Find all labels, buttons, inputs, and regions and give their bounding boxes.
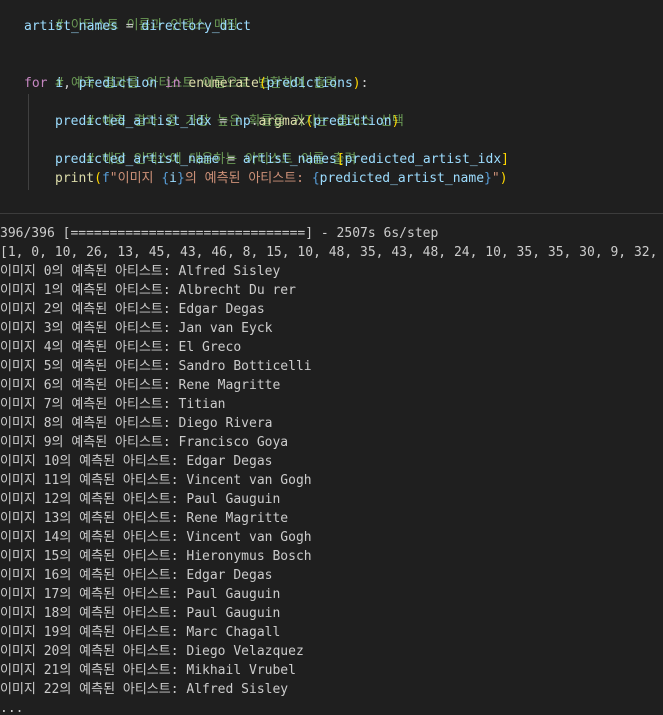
artist-name: Edgar Degas — [186, 568, 273, 583]
artist-name: Alfred Sisley — [178, 264, 281, 279]
prediction-line: 이미지 4의 예측된 아티스트: El Greco — [0, 340, 242, 355]
artist-name: Mikhail Vrubel — [186, 663, 296, 678]
prediction-line: 이미지 18의 예측된 아티스트: Paul Gauguin — [0, 606, 281, 621]
prediction-line: 이미지 0의 예측된 아티스트: Alfred Sisley — [0, 264, 281, 279]
artist-name: Diego Velazquez — [186, 644, 304, 659]
function: enumerate — [188, 76, 259, 91]
prediction-line: 이미지 19의 예측된 아티스트: Marc Chagall — [0, 625, 281, 640]
progress-line: 396/396 [==============================]… — [0, 226, 439, 241]
artist-name: Alfred Sisley — [186, 682, 289, 697]
keyword: in — [164, 76, 181, 91]
artist-name: Titian — [178, 397, 226, 412]
artist-name: El Greco — [178, 340, 242, 355]
prediction-line: 이미지 2의 예측된 아티스트: Edgar Degas — [0, 302, 265, 317]
code-line-2: artist_names = directory_dict — [24, 19, 251, 34]
keyword: for — [24, 76, 48, 91]
cell-output[interactable]: 396/396 [==============================]… — [0, 224, 663, 715]
prediction-line: 이미지 14의 예측된 아티스트: Vincent van Gogh — [0, 530, 312, 545]
code-line-5: # 예측 결과 중 가장 높은 확률을 가지는 클래스 선택 — [55, 93, 403, 129]
artist-name: Sandro Botticelli — [178, 359, 312, 374]
function: argmax — [258, 114, 306, 129]
prediction-line: 이미지 16의 예측된 아티스트: Edgar Degas — [0, 568, 273, 583]
variable: directory_dict — [141, 19, 251, 34]
prediction-line: 이미지 1의 예측된 아티스트: Albrecht Du rer — [0, 283, 296, 298]
code-line-3: # 예측 결과를 아티스트 이름으로 변환하여 출력 — [24, 55, 337, 91]
artist-name: Paul Gauguin — [186, 587, 281, 602]
prediction-line: 이미지 5의 예측된 아티스트: Sandro Botticelli — [0, 359, 312, 374]
cell-divider — [0, 213, 663, 214]
code-line-4: for i, prediction in enumerate(predictio… — [24, 76, 369, 91]
prediction-line: 이미지 10의 예측된 아티스트: Edgar Degas — [0, 454, 273, 469]
output-ellipsis: ... — [0, 701, 24, 715]
code-line-6: predicted_artist_idx = np.argmax(predict… — [55, 114, 400, 129]
prediction-line: 이미지 15의 예측된 아티스트: Hieronymus Bosch — [0, 549, 312, 564]
artist-name: Rene Magritte — [178, 378, 281, 393]
prediction-line: 이미지 13의 예측된 아티스트: Rene Magritte — [0, 511, 289, 526]
code-line-8: predicted_artist_name = artist_names[pre… — [55, 152, 509, 167]
function: print — [55, 171, 95, 186]
prediction-line: 이미지 8의 예측된 아티스트: Diego Rivera — [0, 416, 273, 431]
artist-name: Rene Magritte — [186, 511, 289, 526]
variable: artist_names — [24, 19, 118, 34]
prediction-line: 이미지 6의 예측된 아티스트: Rene Magritte — [0, 378, 281, 393]
prediction-line: 이미지 21의 예측된 아티스트: Mikhail Vrubel — [0, 663, 296, 678]
artist-name: Paul Gauguin — [186, 492, 281, 507]
prediction-line: 이미지 3의 예측된 아티스트: Jan van Eyck — [0, 321, 273, 336]
code-line-1: # 아티스트 이름과 인덱스 매핑 — [24, 0, 238, 33]
prediction-line: 이미지 17의 예측된 아티스트: Paul Gauguin — [0, 587, 281, 602]
prediction-line: 이미지 11의 예측된 아티스트: Vincent van Gogh — [0, 473, 312, 488]
artist-name: Jan van Eyck — [178, 321, 273, 336]
code-line-7: # 해당 인덱스에 대응하는 아티스트 이름 출력 — [55, 131, 356, 167]
code-line-9: print(f"이미지 {i}의 예측된 아티스트: {predicted_ar… — [55, 171, 508, 186]
artist-name: Edgar Degas — [186, 454, 273, 469]
artist-name: Francisco Goya — [178, 435, 289, 450]
artist-name: Marc Chagall — [186, 625, 281, 640]
array-line: [1, 0, 10, 26, 13, 45, 43, 46, 8, 15, 10… — [0, 245, 663, 260]
prediction-line: 이미지 20의 예측된 아티스트: Diego Velazquez — [0, 644, 304, 659]
prediction-line: 이미지 22의 예측된 아티스트: Alfred Sisley — [0, 682, 289, 697]
artist-name: Edgar Degas — [178, 302, 265, 317]
artist-name: Vincent van Gogh — [186, 530, 312, 545]
artist-name: Diego Rivera — [178, 416, 273, 431]
artist-name: Paul Gauguin — [186, 606, 281, 621]
prediction-line: 이미지 9의 예측된 아티스트: Francisco Goya — [0, 435, 289, 450]
artist-name: Albrecht Du rer — [178, 283, 296, 298]
artist-name: Vincent van Gogh — [186, 473, 312, 488]
prediction-line: 이미지 12의 예측된 아티스트: Paul Gauguin — [0, 492, 281, 507]
artist-name: Hieronymus Bosch — [186, 549, 312, 564]
code-cell[interactable]: # 아티스트 이름과 인덱스 매핑 artist_names = directo… — [0, 0, 663, 213]
prediction-line: 이미지 7의 예측된 아티스트: Titian — [0, 397, 226, 412]
